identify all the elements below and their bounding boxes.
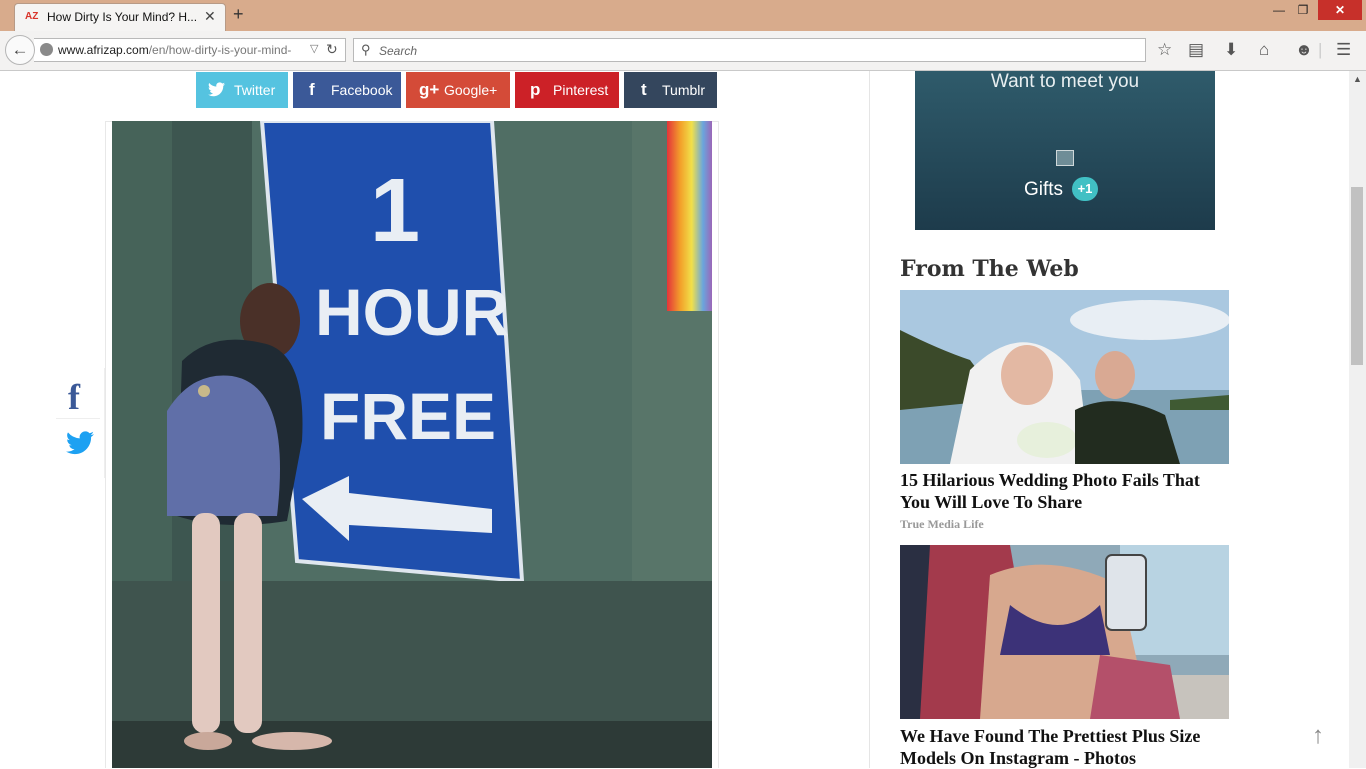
selfie-photo [900,545,1229,719]
pinterest-icon: p [530,80,541,99]
gift-icon [1056,150,1074,166]
new-tab-button[interactable]: + [233,4,244,25]
scroll-to-top-icon[interactable]: ↑ [1312,722,1324,750]
wedding-photo [900,290,1229,464]
share-googleplus-label: Google+ [444,82,498,98]
ad-headline: Want to meet you [990,71,1140,92]
floating-share-bar: f [54,368,105,478]
share-pinterest-button[interactable]: p Pinterest [515,72,619,108]
article-image: 1 HOUR FREE [112,121,712,768]
back-icon: ← [11,40,29,59]
menu-icon[interactable]: ☰ [1336,40,1351,60]
site-favicon-icon: AZ [25,11,39,22]
twitter-icon[interactable] [66,430,94,456]
facebook-icon[interactable]: f [68,376,80,418]
chat-icon[interactable]: ☻ [1295,40,1313,60]
url-text[interactable]: www.afrizap.com/en/how-dirty-is-your-min… [58,43,291,57]
promo-image-wedding[interactable] [900,290,1229,464]
tab-title: How Dirty Is Your Mind? H... [47,10,198,24]
tumblr-icon: t [641,80,647,99]
reading-list-icon[interactable]: ▤ [1188,40,1204,60]
title-bar: AZ How Dirty Is Your Mind? H... ✕ + — ❐ … [0,0,1366,31]
url-bar[interactable]: www.afrizap.com/en/how-dirty-is-your-min… [34,38,346,62]
share-tumblr-button[interactable]: t Tumblr [624,72,717,108]
bookmark-star-icon[interactable]: ☆ [1157,40,1172,60]
download-icon[interactable]: ⬇ [1224,40,1238,60]
browser-tab[interactable]: AZ How Dirty Is Your Mind? H... ✕ [14,3,226,31]
close-window-button[interactable]: ✕ [1318,0,1362,20]
scroll-up-arrow-icon[interactable]: ▲ [1353,74,1362,84]
search-bar[interactable]: ⚲ Search [353,38,1146,62]
gifts-label: Gifts [1024,179,1064,200]
close-tab-icon[interactable]: ✕ [204,8,216,25]
facebook-icon: f [309,80,315,99]
maximize-button[interactable]: ❐ [1292,0,1314,20]
googleplus-icon: g+ [419,80,440,99]
promo-title-1[interactable]: 15 Hilarious Wedding Photo Fails That Yo… [900,469,1230,513]
share-pinterest-label: Pinterest [553,82,609,98]
share-twitter-label: Twitter [234,82,276,98]
url-history-dropdown-icon[interactable]: ▽ [310,42,318,55]
promo-title-2[interactable]: We Have Found The Prettiest Plus Size Mo… [900,725,1230,769]
share-facebook-label: Facebook [331,82,393,98]
search-icon: ⚲ [361,42,371,57]
minimize-button[interactable]: — [1268,0,1290,20]
sidebar-divider [869,71,870,768]
gifts-badge: +1 [1072,177,1098,201]
share-facebook-button[interactable]: f Facebook [293,72,401,108]
share-twitter-button[interactable]: Twitter [196,72,288,108]
promo-source-1[interactable]: True Media Life [900,517,984,532]
sign-line-2: FREE [320,379,496,453]
sign-number: 1 [370,161,420,261]
from-the-web-heading: From The Web [900,256,1079,282]
share-googleplus-button[interactable]: g+ Google+ [406,72,510,108]
navigation-bar: www.afrizap.com/en/how-dirty-is-your-min… [0,31,1366,71]
share-tumblr-label: Tumblr [662,82,706,98]
parking-sign-photo: 1 HOUR FREE [112,121,712,768]
reload-icon[interactable]: ↻ [326,41,338,58]
promo-image-models[interactable] [900,545,1229,719]
twitter-icon [208,82,225,97]
globe-icon [40,43,53,56]
sign-line-1: HOUR [315,275,509,349]
toolbar-separator: | [1318,40,1323,59]
floating-share-divider [56,418,100,419]
home-icon[interactable]: ⌂ [1259,40,1269,60]
scroll-thumb[interactable] [1351,187,1363,365]
vertical-scrollbar[interactable]: ▲ [1349,71,1366,768]
advertisement-banner[interactable]: Want to meet you Gifts +1 [915,71,1215,230]
back-button[interactable]: ← [5,35,35,65]
search-placeholder: Search [379,44,418,58]
